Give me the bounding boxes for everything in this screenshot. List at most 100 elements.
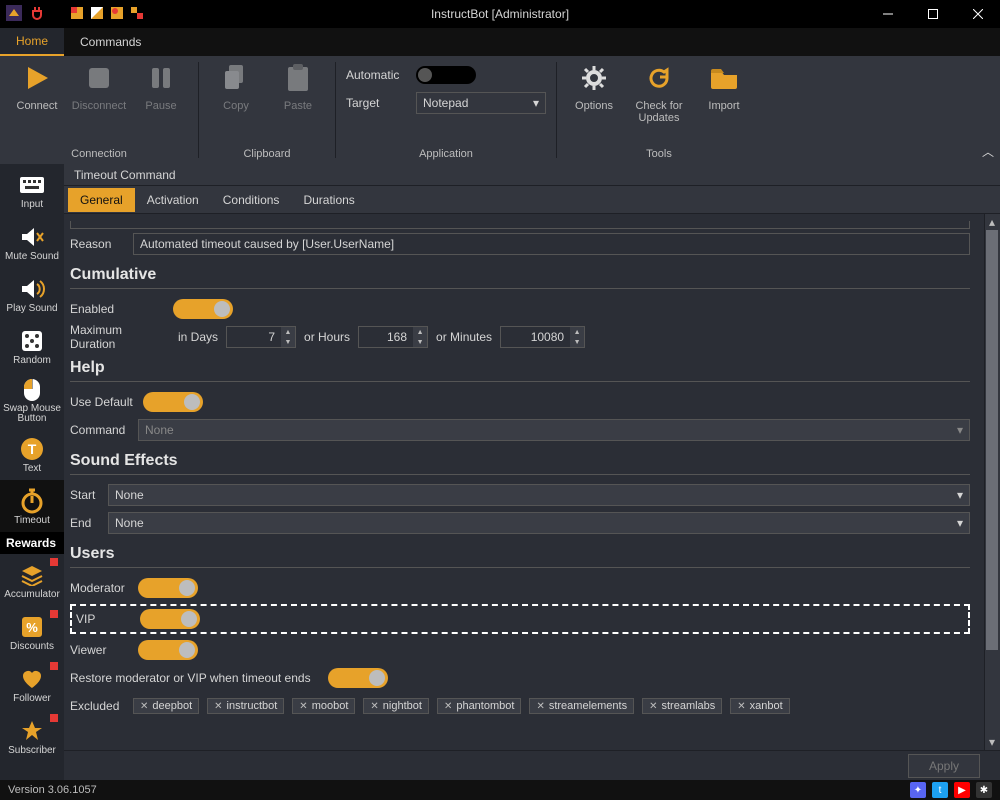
qat-icon-2[interactable] [90,6,104,23]
vip-row-highlight: VIP [70,604,970,634]
minutes-input[interactable]: 10080▲▼ [500,326,585,348]
excluded-tag[interactable]: ✕ streamlabs [642,698,722,714]
sidebar-item-discounts[interactable]: % Discounts [0,606,64,658]
qat-icon-4[interactable] [130,6,144,23]
reason-input[interactable]: Automated timeout caused by [User.UserNa… [133,233,970,255]
title-bar: InstructBot [Administrator] [0,0,1000,28]
excluded-tag[interactable]: ✕ deepbot [133,698,199,714]
cumulative-enabled-toggle[interactable] [173,299,233,319]
keyboard-icon [18,171,46,199]
youtube-icon[interactable]: ▶ [954,782,970,798]
maximize-button[interactable] [910,0,955,28]
tab-commands[interactable]: Commands [64,28,157,56]
reason-label: Reason [70,237,125,251]
viewer-toggle[interactable] [138,640,198,660]
end-select[interactable]: None▾ [108,512,970,534]
hours-input[interactable]: 168▲▼ [358,326,428,348]
sidebar-item-input[interactable]: Input [0,164,64,216]
twitter-icon[interactable]: t [932,782,948,798]
subtab-durations[interactable]: Durations [291,188,366,212]
excluded-label: Excluded [70,699,125,713]
automatic-toggle[interactable] [416,66,476,84]
chevron-down-icon: ▾ [533,96,539,110]
excluded-tag[interactable]: ✕ streamelements [529,698,634,714]
ribbon: Connect Disconnect Pause Connection Copy… [0,56,1000,164]
app-small-icon[interactable]: ✱ [976,782,992,798]
subtab-conditions[interactable]: Conditions [211,188,292,212]
check-updates-button[interactable]: Check for Updates [629,60,689,124]
remove-tag-icon[interactable]: ✕ [299,701,307,712]
days-input[interactable]: 7▲▼ [226,326,296,348]
scroll-down-icon[interactable]: ▾ [984,734,1000,750]
breadcrumb: Timeout Command [64,164,1000,186]
close-button[interactable] [955,0,1000,28]
heart-icon [18,665,46,693]
use-default-toggle[interactable] [143,392,203,412]
qat-icon-3[interactable] [110,6,124,23]
apply-button[interactable]: Apply [908,754,980,778]
subtab-activation[interactable]: Activation [135,188,211,212]
sidebar-item-follower[interactable]: Follower [0,658,64,710]
restore-toggle[interactable] [328,668,388,688]
main-panel: Timeout Command General Activation Condi… [64,164,1000,780]
target-select[interactable]: Notepad ▾ [416,92,546,114]
copy-button: Copy [209,60,263,112]
minimize-button[interactable] [865,0,910,28]
section-sound: Sound Effects [70,448,970,475]
command-select[interactable]: None▾ [138,419,970,441]
use-default-label: Use Default [70,395,135,409]
enabled-label: Enabled [70,302,165,316]
excluded-tag[interactable]: ✕ phantombot [437,698,522,714]
discord-icon[interactable]: ✦ [910,782,926,798]
excluded-tag[interactable]: ✕ moobot [292,698,355,714]
group-label-application: Application [419,146,473,162]
group-label-clipboard: Clipboard [243,146,290,162]
mute-icon [18,223,46,251]
excluded-tag[interactable]: ✕ instructbot [207,698,284,714]
excluded-tag[interactable]: ✕ nightbot [363,698,429,714]
sidebar-item-mute[interactable]: Mute Sound [0,216,64,268]
sidebar-item-accumulator[interactable]: Accumulator [0,554,64,606]
tab-home[interactable]: Home [0,28,64,56]
remove-tag-icon[interactable]: ✕ [649,701,657,712]
percent-icon: % [18,613,46,641]
options-button[interactable]: Options [567,60,621,112]
start-label: Start [70,488,100,502]
subtabs: General Activation Conditions Durations [64,186,1000,214]
scrollbar[interactable]: ▴ ▾ [984,214,1000,750]
apply-bar: Apply [64,750,1000,780]
sidebar-item-text[interactable]: T Text [0,428,64,480]
remove-tag-icon[interactable]: ✕ [140,701,148,712]
plug-icon [30,6,44,23]
sidebar: Input Mute Sound Play Sound Random Swap … [0,164,64,780]
play-icon [19,60,55,96]
start-select[interactable]: None▾ [108,484,970,506]
sidebar-item-swap[interactable]: Swap Mouse Button [0,372,64,428]
sidebar-item-timeout[interactable]: Timeout [0,480,64,532]
scroll-thumb[interactable] [986,230,998,650]
remove-tag-icon[interactable]: ✕ [214,701,222,712]
import-button[interactable]: Import [697,60,751,112]
remove-tag-icon[interactable]: ✕ [444,701,452,712]
remove-tag-icon[interactable]: ✕ [737,701,745,712]
subtab-general[interactable]: General [68,188,135,212]
paste-button: Paste [271,60,325,112]
section-help: Help [70,355,970,382]
section-users: Users [70,541,970,568]
remove-tag-icon[interactable]: ✕ [536,701,544,712]
moderator-toggle[interactable] [138,578,198,598]
content-area: ▴ ▾ Reason Automated timeout caused by [… [64,214,1000,750]
ribbon-tabs: Home Commands [0,28,1000,56]
sidebar-item-play[interactable]: Play Sound [0,268,64,320]
vip-toggle[interactable] [140,609,200,629]
remove-tag-icon[interactable]: ✕ [370,701,378,712]
sidebar-item-subscriber[interactable]: Subscriber [0,710,64,762]
qat-icon-1[interactable] [70,6,84,23]
scroll-up-icon[interactable]: ▴ [984,214,1000,230]
sidebar-item-random[interactable]: Random [0,320,64,372]
ribbon-collapse-icon[interactable]: ︿ [982,143,994,160]
connect-button[interactable]: Connect [10,60,64,112]
excluded-tag[interactable]: ✕ xanbot [730,698,789,714]
notification-badge [50,714,58,722]
app-icon [6,5,22,24]
